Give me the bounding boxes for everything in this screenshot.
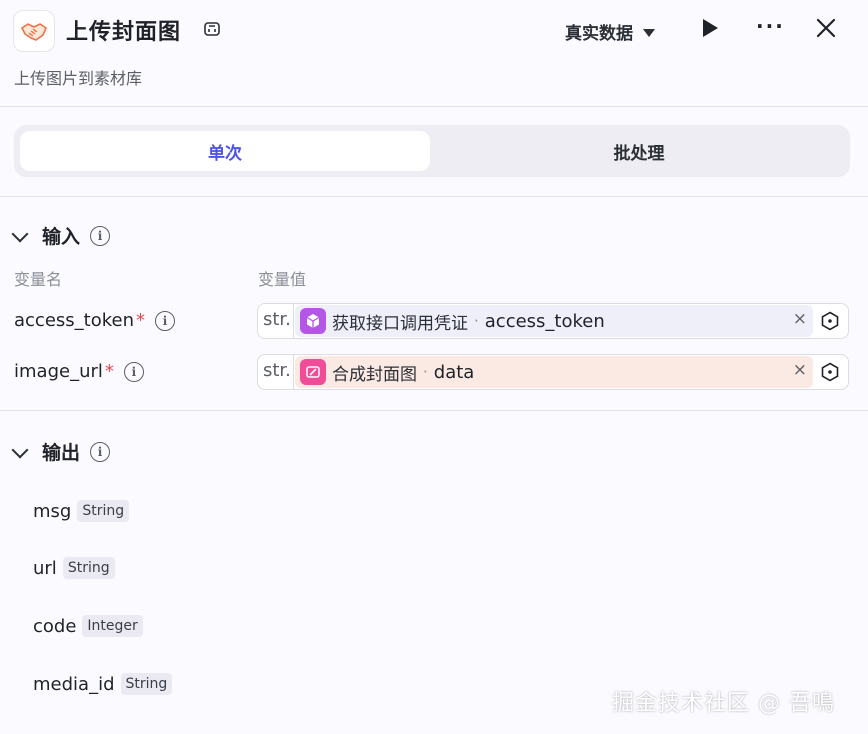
chevron-down-icon xyxy=(11,225,29,242)
remove-icon[interactable]: × xyxy=(793,360,807,380)
output-field-name: url xyxy=(33,557,57,579)
source-field-name: access_token xyxy=(484,310,605,332)
run-mode-tabs: 单次 批处理 xyxy=(14,125,850,177)
divider xyxy=(0,410,868,411)
edit-icon[interactable] xyxy=(203,20,221,38)
input-section-header[interactable]: 输入 i xyxy=(11,222,111,249)
more-icon[interactable]: ··· xyxy=(756,14,785,38)
tab-single[interactable]: 单次 xyxy=(20,131,430,171)
type-badge: String xyxy=(77,500,130,522)
watermark: 掘金技术社区 @ 吾鳴 xyxy=(612,691,835,716)
output-section-header[interactable]: 输出 i xyxy=(11,438,111,465)
info-icon[interactable]: i xyxy=(90,225,111,246)
var-value-field[interactable]: str. 合成封面图 · data × xyxy=(257,354,849,390)
reference-chip[interactable]: 获取接口调用凭证 · access_token × xyxy=(295,305,813,337)
output-field: url String xyxy=(33,557,115,579)
close-icon[interactable] xyxy=(814,16,838,40)
source-node-name: 合成封面图 xyxy=(332,364,417,385)
required-mark: * xyxy=(136,310,145,331)
divider xyxy=(0,196,868,197)
node-title: 上传封面图 xyxy=(66,20,182,45)
data-mode-label: 真实数据 xyxy=(565,24,633,44)
input-section-title: 输入 xyxy=(42,226,81,248)
type-badge: Integer xyxy=(82,615,143,637)
image-edit-icon xyxy=(300,359,326,385)
output-field-name: msg xyxy=(33,500,72,522)
type-badge: String xyxy=(62,557,115,579)
output-field-name: media_id xyxy=(33,673,115,695)
variable-settings-icon[interactable] xyxy=(820,362,840,382)
dot-separator: · xyxy=(474,312,479,330)
separator xyxy=(293,304,294,338)
var-value-field[interactable]: str. 获取接口调用凭证 · access_token × xyxy=(257,303,849,339)
column-header-name: 变量名 xyxy=(14,270,63,289)
info-icon[interactable]: i xyxy=(123,361,144,382)
type-badge: String xyxy=(120,673,173,695)
output-field: media_id String xyxy=(33,673,173,695)
var-name: image_url xyxy=(14,361,103,382)
tab-batch[interactable]: 批处理 xyxy=(434,131,844,171)
var-name: access_token xyxy=(14,310,134,331)
separator xyxy=(293,355,294,389)
output-field-name: code xyxy=(33,615,77,637)
node-subtitle: 上传图片到素材库 xyxy=(14,69,143,88)
info-icon[interactable]: i xyxy=(90,441,111,462)
play-icon[interactable] xyxy=(703,19,718,37)
output-field: msg String xyxy=(33,500,130,522)
source-field-name: data xyxy=(433,361,475,383)
info-icon[interactable]: i xyxy=(155,310,175,331)
reference-chip[interactable]: 合成封面图 · data × xyxy=(295,356,813,388)
caret-down-icon xyxy=(643,28,655,37)
dot-separator: · xyxy=(423,363,428,381)
column-header-value: 变量值 xyxy=(258,270,307,289)
input-var-label: access_token * i xyxy=(14,310,175,331)
type-label: str. xyxy=(263,360,291,381)
remove-icon[interactable]: × xyxy=(793,309,807,329)
handshake-logo-icon xyxy=(13,10,55,52)
node-header: 上传封面图 上传图片到素材库 真实数据 ··· xyxy=(0,0,868,107)
source-node-name: 获取接口调用凭证 xyxy=(332,313,468,334)
required-mark: * xyxy=(104,361,114,382)
chevron-down-icon xyxy=(11,441,29,458)
variable-settings-icon[interactable] xyxy=(820,311,840,331)
output-field: code Integer xyxy=(33,615,143,637)
cube-icon xyxy=(300,308,326,334)
type-label: str. xyxy=(263,309,291,330)
data-mode-dropdown[interactable]: 真实数据 xyxy=(565,19,655,44)
output-section-title: 输出 xyxy=(42,442,81,464)
input-var-label: image_url * i xyxy=(14,361,144,382)
